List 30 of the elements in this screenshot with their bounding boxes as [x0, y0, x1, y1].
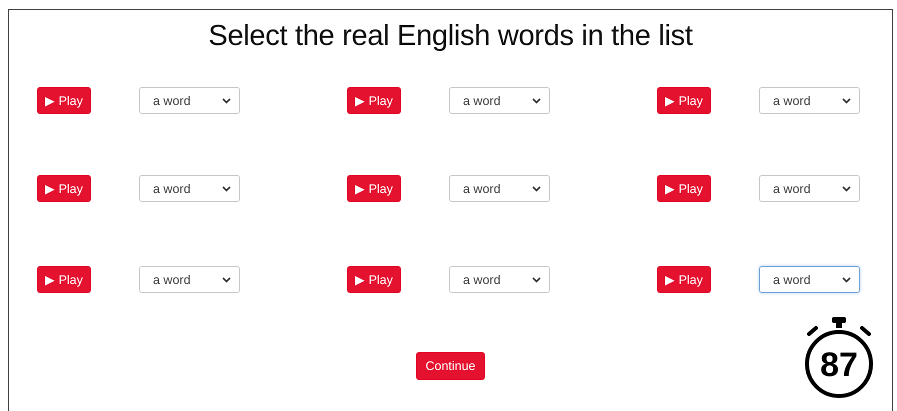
chevron-down-icon — [222, 186, 231, 192]
chevron-down-icon — [222, 98, 231, 104]
chevron-down-icon — [532, 276, 541, 282]
play-button[interactable]: ▶ Play — [657, 175, 711, 202]
word-dropdown[interactable]: a word — [449, 266, 550, 293]
word-dropdown[interactable]: a word — [449, 87, 550, 114]
play-button[interactable]: ▶ Play — [347, 266, 401, 293]
play-button[interactable]: ▶ Play — [37, 175, 91, 202]
word-dropdown[interactable]: a word — [139, 87, 240, 114]
play-button[interactable]: ▶ Play — [657, 87, 711, 114]
word-dropdown[interactable]: a word — [759, 175, 860, 202]
play-button[interactable]: ▶ Play — [37, 87, 91, 114]
play-button[interactable]: ▶ Play — [37, 266, 91, 293]
play-button[interactable]: ▶ Play — [347, 175, 401, 202]
word-dropdown[interactable]: a word — [139, 175, 240, 202]
chevron-down-icon — [532, 98, 541, 104]
page-title: Select the real English words in the list — [207, 20, 694, 53]
chevron-down-icon — [842, 186, 851, 192]
chevron-down-icon — [222, 276, 231, 282]
word-dropdown[interactable]: a word — [449, 175, 550, 202]
countdown-timer: 87 — [803, 316, 875, 400]
chevron-down-icon — [532, 186, 541, 192]
continue-button[interactable]: Continue — [416, 352, 485, 380]
word-dropdown[interactable]: a word — [759, 87, 860, 114]
chevron-down-icon — [842, 98, 851, 104]
word-dropdown[interactable]: a word — [139, 266, 240, 293]
play-button[interactable]: ▶ Play — [347, 87, 401, 114]
play-button[interactable]: ▶ Play — [657, 266, 711, 293]
word-dropdown[interactable]: a word — [759, 266, 860, 293]
chevron-down-icon — [842, 276, 851, 282]
